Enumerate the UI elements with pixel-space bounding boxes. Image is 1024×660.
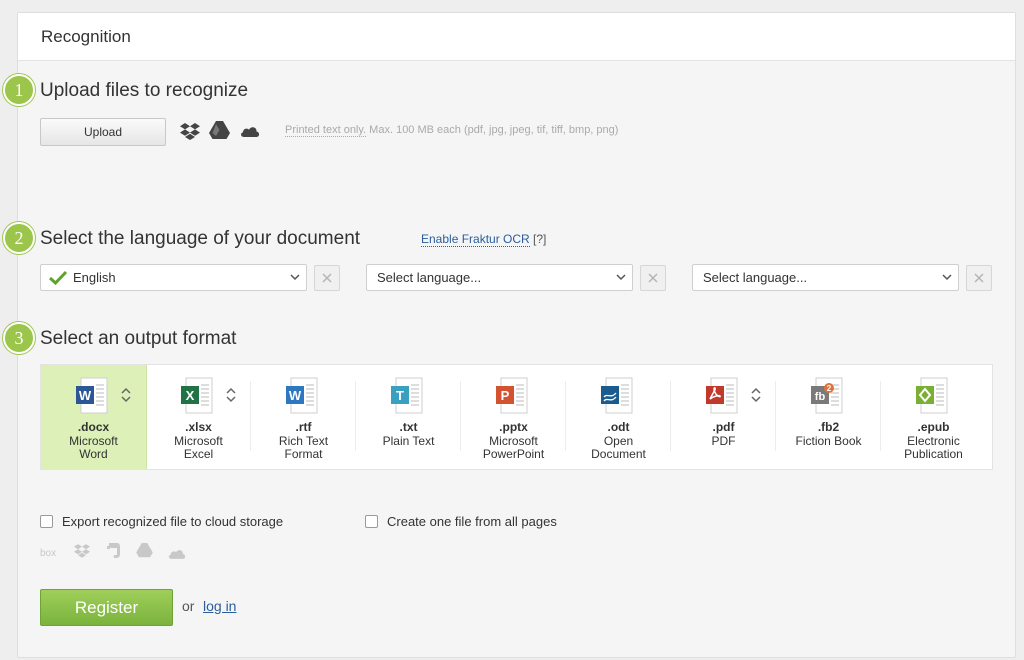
format-option-rtf[interactable]: W .rtf Rich Text Format [251, 365, 356, 469]
format-option-txt[interactable]: T .txt Plain Text [356, 365, 461, 469]
format-name: Fiction Book [795, 434, 862, 448]
export-cloud-label[interactable]: Export recognized file to cloud storage [62, 514, 283, 529]
fraktur-option: Enable Fraktur OCR [?] [421, 232, 546, 247]
one-file-checkbox[interactable] [365, 515, 378, 528]
google-drive-icon[interactable] [209, 121, 230, 145]
language-select-3[interactable]: Select language... [692, 264, 959, 291]
dropbox-icon [74, 543, 90, 563]
step-3-badge: 3 [3, 322, 35, 354]
format-extension: .epub [917, 420, 950, 434]
format-extension: .fb2 [817, 420, 840, 434]
format-name: Electronic Publication [904, 434, 963, 461]
format-extension: .odt [607, 420, 630, 434]
format-settings-toggle-icon[interactable] [120, 387, 132, 403]
format-extension: .txt [399, 420, 418, 434]
chevron-down-icon [616, 274, 626, 281]
step-1-title: Upload files to recognize [40, 80, 249, 101]
epub-file-icon [916, 377, 948, 414]
panel-header: Recognition [18, 13, 1015, 61]
step-1-badge: 1 [3, 74, 35, 106]
chevron-down-icon [942, 274, 952, 281]
fraktur-help[interactable]: [?] [533, 232, 546, 246]
pptx-file-icon: P [496, 377, 528, 414]
export-cloud-checkbox[interactable] [40, 515, 53, 528]
svg-text:fb: fb [815, 391, 826, 403]
odt-file-icon [601, 377, 633, 414]
language-select-3-value: Select language... [703, 270, 808, 285]
format-name: Microsoft PowerPoint [482, 434, 545, 461]
chevron-down-icon [290, 274, 300, 281]
language-select-1-value: English [73, 270, 116, 285]
dropbox-icon[interactable] [180, 122, 200, 145]
format-name: Open Document [591, 434, 646, 461]
svg-text:2: 2 [827, 384, 832, 393]
panel-title: Recognition [41, 27, 131, 46]
language-select-2[interactable]: Select language... [366, 264, 633, 291]
format-name: PDF [711, 434, 736, 448]
step-3-title: Select an output format [40, 328, 237, 349]
svg-text:X: X [186, 388, 195, 403]
fb2-file-icon: fb2 [811, 377, 843, 414]
clear-language-2-button[interactable] [640, 265, 666, 291]
format-option-docx[interactable]: W .docx Microsoft Word [41, 365, 147, 469]
language-select-2-value: Select language... [377, 270, 482, 285]
svg-text:W: W [79, 388, 92, 403]
format-settings-toggle-icon[interactable] [750, 387, 762, 403]
format-extension: .pdf [712, 420, 735, 434]
onedrive-icon [168, 546, 186, 564]
svg-text:W: W [289, 388, 302, 403]
xlsx-file-icon: X [181, 377, 213, 414]
format-extension: .pptx [499, 420, 528, 434]
close-icon [648, 273, 658, 283]
format-extension: .xlsx [185, 420, 212, 434]
step-2-badge: 2 [3, 222, 35, 254]
format-option-fb2[interactable]: fb 2 .fb2 Fiction Book [776, 365, 881, 469]
format-name: Microsoft Word [69, 434, 118, 461]
format-name: Microsoft Excel [174, 434, 223, 461]
svg-text:T: T [396, 388, 404, 403]
language-select-1[interactable]: English [40, 264, 307, 291]
format-picker: W .docx Microsoft Word X .xlsx Microsoft Exce… [40, 364, 993, 470]
or-text: or [182, 598, 195, 614]
upload-hint-underlined: Printed text only. [285, 124, 367, 137]
clear-language-1-button[interactable] [314, 265, 340, 291]
upload-hint: Printed text only. Max. 100 MB each (pdf… [285, 124, 619, 137]
upload-button[interactable]: Upload [40, 118, 166, 146]
register-button[interactable]: Register [40, 589, 173, 626]
close-icon [322, 273, 332, 283]
format-option-pptx[interactable]: P .pptx Microsoft PowerPoint [461, 365, 566, 469]
pdf-file-icon [706, 377, 738, 414]
evernote-icon [106, 542, 121, 564]
rtf-file-icon: W [286, 377, 318, 414]
google-drive-icon [136, 543, 153, 563]
format-name: Rich Text Format [278, 434, 329, 461]
onedrive-icon[interactable] [240, 124, 260, 142]
close-icon [974, 273, 984, 283]
svg-text:box: box [40, 548, 56, 558]
format-option-epub[interactable]: .epub Electronic Publication [881, 365, 986, 469]
format-settings-toggle-icon[interactable] [225, 387, 237, 403]
txt-file-icon: T [391, 377, 423, 414]
check-icon [49, 270, 67, 285]
format-extension: .rtf [295, 420, 312, 434]
format-option-xlsx[interactable]: X .xlsx Microsoft Excel [146, 365, 251, 469]
format-name: Plain Text [382, 434, 435, 448]
docx-file-icon: W [76, 377, 108, 414]
upload-hint-rest: Max. 100 MB each (pdf, jpg, jpeg, tif, t… [366, 124, 619, 136]
box-icon: box [40, 545, 60, 563]
step-2-title: Select the language of your document [40, 228, 361, 249]
fraktur-link[interactable]: Enable Fraktur OCR [421, 232, 530, 247]
clear-language-3-button[interactable] [966, 265, 992, 291]
svg-text:P: P [501, 388, 510, 403]
format-option-pdf[interactable]: .pdf PDF [671, 365, 776, 469]
one-file-label[interactable]: Create one file from all pages [387, 514, 557, 529]
format-extension: .docx [77, 420, 110, 434]
format-option-odt[interactable]: .odt Open Document [566, 365, 671, 469]
login-link[interactable]: log in [203, 598, 236, 614]
